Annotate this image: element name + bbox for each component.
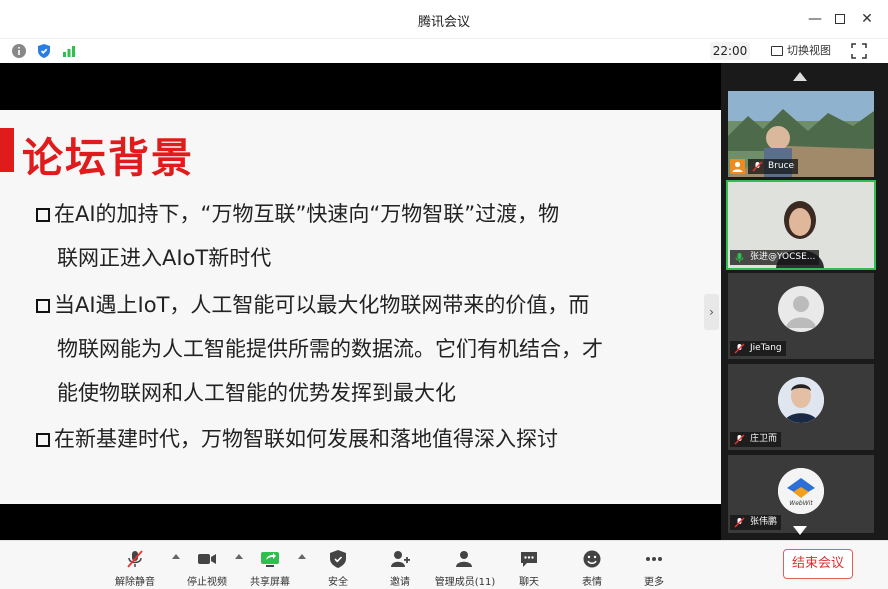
meeting-toolbar: 解除静音 停止视频 共享屏幕 安全 邀请 管理成员(11) 聊天 表情 更多 结…: [0, 540, 888, 589]
more-icon: [646, 557, 662, 561]
avatar: [778, 286, 824, 332]
participant-name-bar: 张伟鹏: [730, 515, 782, 530]
shield-icon[interactable]: [36, 43, 52, 59]
slide-bullet: 当AI遇上IoT，人工智能可以最大化物联网带来的价值，而: [36, 283, 589, 327]
switch-view-label: 切换视图: [787, 44, 831, 57]
slide-bullet-continuation: 联网正进入AIoT新时代: [57, 246, 272, 270]
chat-icon: [521, 552, 537, 567]
slide-bullet: 在AI的加持下，“万物互联”快速向“万物智联”过渡，物: [36, 192, 559, 236]
default-avatar-icon: [786, 296, 816, 328]
more-button[interactable]: 更多: [624, 547, 684, 588]
collapse-sidebar-button[interactable]: ›: [704, 294, 719, 330]
add-user-icon: [391, 551, 410, 567]
switch-view-button[interactable]: 切换视图: [771, 42, 831, 60]
avatar: [778, 377, 824, 423]
participant-tile[interactable]: JieTang: [728, 273, 874, 359]
members-icon: [456, 551, 472, 567]
shield-icon: [330, 550, 346, 568]
slide-bullet-continuation: 能使物联网和人工智能的优势发挥到最大化: [57, 381, 456, 405]
mic-muted-icon: [734, 517, 745, 528]
video-camera-icon: [198, 554, 216, 564]
webwit-logo: [778, 468, 824, 514]
scroll-up-arrow-icon[interactable]: [793, 72, 807, 81]
mic-muted-icon: [752, 161, 763, 172]
slide-title-accent: [0, 128, 14, 172]
participant-name-bar: 庄卫而: [730, 432, 782, 447]
host-icon: [730, 159, 745, 174]
close-button[interactable]: ✕: [857, 9, 877, 29]
share-options-caret[interactable]: [298, 554, 306, 559]
window-title: 腾讯会议: [417, 15, 470, 30]
participant-name-bar: 张进@YOCSE...: [730, 250, 820, 265]
checkbox-icon: [36, 433, 50, 447]
grid-view-icon: [771, 46, 783, 56]
fullscreen-icon[interactable]: [851, 43, 867, 59]
checkbox-icon: [36, 299, 50, 313]
participant-tile[interactable]: Bruce: [728, 91, 874, 177]
manage-members-button[interactable]: 管理成员(11): [434, 547, 496, 588]
unmute-button[interactable]: 解除静音: [105, 547, 165, 588]
avatar: WebWit: [778, 468, 824, 514]
share-screen-button[interactable]: 共享屏幕: [240, 547, 300, 588]
shared-screen-area: 论坛背景 在AI的加持下，“万物互联”快速向“万物智联”过渡，物 联网正进入AI…: [0, 63, 721, 540]
participant-name-bar: Bruce: [748, 159, 799, 174]
avatar-text: WebWit: [789, 500, 813, 507]
participant-tile-active[interactable]: 张进@YOCSE...: [726, 180, 876, 270]
checkbox-icon: [36, 208, 50, 222]
security-button[interactable]: 安全: [308, 547, 368, 588]
status-bar: 22:00 切换视图: [0, 38, 888, 63]
chat-button[interactable]: 聊天: [499, 547, 559, 588]
meeting-window: 腾讯会议 — ✕ 22:00 切换视图 论坛背景 在AI的加持下，“万物互联”快…: [0, 0, 888, 589]
meeting-timer: 22:00: [710, 42, 750, 60]
mic-muted-icon: [734, 434, 745, 445]
invite-button[interactable]: 邀请: [370, 547, 430, 588]
participant-name-bar: JieTang: [730, 341, 786, 356]
slide-title: 论坛背景: [22, 134, 194, 182]
stop-video-button[interactable]: 停止视频: [177, 547, 237, 588]
maximize-button[interactable]: [830, 9, 850, 29]
mic-muted-icon: [127, 550, 143, 568]
participant-tile[interactable]: 庄卫而: [728, 364, 874, 450]
info-icon[interactable]: [11, 43, 27, 59]
title-bar: 腾讯会议 — ✕: [0, 0, 888, 38]
share-screen-icon: [261, 552, 279, 567]
slide-bullet-continuation: 物联网能为人工智能提供所需的数据流。它们有机结合，才: [57, 337, 603, 361]
scroll-down-arrow-icon[interactable]: [793, 526, 807, 535]
reactions-button[interactable]: 表情: [562, 547, 622, 588]
signal-icon[interactable]: [61, 43, 77, 59]
mic-speaking-icon: [735, 253, 744, 263]
participant-tile[interactable]: WebWit 张伟鹏: [728, 455, 874, 533]
end-meeting-button[interactable]: 结束会议: [783, 549, 853, 579]
smiley-icon: [583, 550, 601, 568]
mic-muted-icon: [734, 343, 745, 354]
slide-bullet: 在新基建时代，万物智联如何发展和落地值得深入探讨: [36, 417, 558, 461]
minimize-button[interactable]: —: [805, 9, 825, 29]
presentation-slide: 论坛背景 在AI的加持下，“万物互联”快速向“万物智联”过渡，物 联网正进入AI…: [0, 110, 721, 504]
profile-photo: [778, 377, 824, 423]
